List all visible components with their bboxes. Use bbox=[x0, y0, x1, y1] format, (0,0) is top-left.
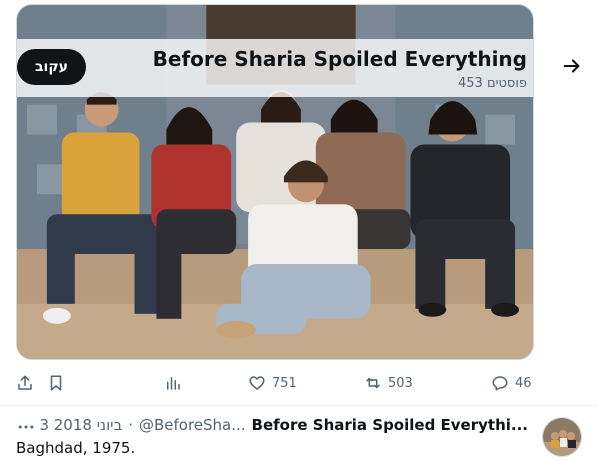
tweet-screen: עקוב Before Sharia Spoiled Everything 45… bbox=[0, 0, 598, 461]
share-button[interactable] bbox=[16, 370, 34, 396]
post-count: 453 פוסטים bbox=[457, 76, 527, 91]
retweet-icon bbox=[366, 377, 380, 389]
arrow-right-icon[interactable] bbox=[561, 55, 583, 77]
reply-count: 46 bbox=[515, 375, 532, 391]
avatar-photo bbox=[543, 418, 581, 456]
tweet-text: Baghdad, 1975. bbox=[16, 439, 136, 457]
author-handle[interactable]: @BeforeSha... bbox=[139, 416, 246, 434]
follow-button[interactable]: עקוב bbox=[17, 49, 86, 85]
tweet-meta: 3 ביוני 2018 · @BeforeSha... Before Shar… bbox=[39, 416, 528, 434]
reply-icon bbox=[492, 376, 508, 391]
retweet-button[interactable]: 503 bbox=[364, 370, 413, 396]
community-media-card[interactable]: עקוב Before Sharia Spoiled Everything 45… bbox=[16, 4, 534, 360]
author-name[interactable]: Before Sharia Spoiled Everythi... bbox=[252, 416, 528, 434]
community-title[interactable]: Before Sharia Spoiled Everything bbox=[153, 47, 527, 71]
heart-icon bbox=[249, 376, 265, 390]
share-icon bbox=[18, 375, 32, 390]
separator-dot: · bbox=[128, 416, 133, 434]
analytics-icon bbox=[167, 377, 180, 390]
more-icon[interactable] bbox=[16, 417, 36, 437]
reply-button[interactable]: 46 bbox=[491, 370, 532, 396]
like-count: 751 bbox=[272, 375, 297, 391]
retweet-count: 503 bbox=[388, 375, 413, 391]
community-header: עקוב Before Sharia Spoiled Everything 45… bbox=[17, 39, 533, 97]
bookmark-button[interactable] bbox=[47, 370, 65, 396]
tweet-row[interactable]: 3 ביוני 2018 · @BeforeSha... Before Shar… bbox=[0, 406, 598, 461]
views-button[interactable] bbox=[164, 370, 182, 396]
bookmark-icon bbox=[50, 375, 62, 391]
like-button[interactable]: 751 bbox=[248, 370, 297, 396]
avatar[interactable] bbox=[542, 417, 582, 457]
tweet-date[interactable]: 3 ביוני 2018 bbox=[39, 416, 122, 434]
tweet-action-bar: 751 503 46 bbox=[0, 370, 598, 396]
